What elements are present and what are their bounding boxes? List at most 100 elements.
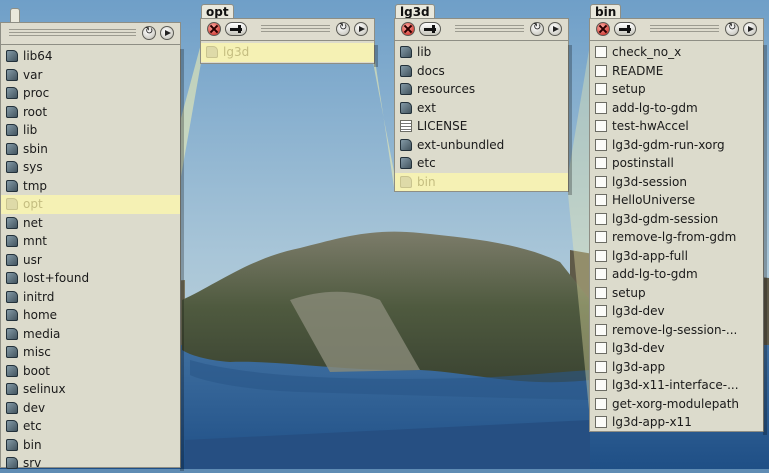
folder-icon (6, 346, 18, 358)
file-icon (595, 323, 607, 336)
list-item[interactable]: proc (1, 84, 180, 103)
list-item[interactable]: lib (395, 43, 568, 62)
panel-titlebar[interactable] (200, 18, 375, 40)
panel-tab[interactable] (10, 8, 20, 23)
list-item[interactable]: bin (1, 436, 180, 455)
list-item[interactable]: net (1, 214, 180, 233)
list-item[interactable]: lg3d-app-full (590, 247, 763, 266)
list-item[interactable]: boot (1, 362, 180, 381)
list-item[interactable]: add-lg-to-gdm (590, 265, 763, 284)
list-item[interactable]: misc (1, 343, 180, 362)
list-item[interactable]: README (590, 62, 763, 81)
list-item[interactable]: tmp (1, 177, 180, 196)
panel-tab[interactable]: opt (201, 4, 234, 19)
drag-grip[interactable] (261, 25, 330, 33)
folder-icon (6, 198, 18, 210)
list-item[interactable]: lg3d-dev (590, 339, 763, 358)
drag-grip[interactable] (650, 25, 719, 33)
drag-grip[interactable] (455, 25, 524, 33)
file-icon (595, 101, 607, 114)
list-item[interactable]: lg3d-x11-interface-... (590, 376, 763, 395)
list-item[interactable]: sbin (1, 140, 180, 159)
list-item-label: check_no_x (612, 45, 682, 59)
list-item[interactable]: LICENSE (395, 117, 568, 136)
list-item[interactable]: lg3d-gdm-run-xorg (590, 136, 763, 155)
file-icon (595, 268, 607, 280)
list-item-label: sys (23, 160, 43, 174)
list-item[interactable]: lost+found (1, 269, 180, 288)
panel-titlebar[interactable] (0, 22, 181, 44)
move-hand-icon[interactable] (614, 22, 636, 36)
list-item[interactable]: add-lg-to-gdm (590, 99, 763, 118)
list-item[interactable]: check_no_x (590, 43, 763, 62)
list-item[interactable]: ext-unbundled (395, 136, 568, 155)
list-item[interactable]: ext (395, 99, 568, 118)
list-item[interactable]: postinstall (590, 154, 763, 173)
play-icon[interactable] (548, 22, 562, 36)
list-item[interactable]: initrd (1, 288, 180, 307)
list-item-label: add-lg-to-gdm (612, 100, 698, 115)
list-item[interactable]: lg3d-dev (590, 302, 763, 321)
move-hand-icon[interactable] (419, 22, 441, 36)
rotate-icon[interactable] (530, 22, 544, 36)
list-item[interactable]: mnt (1, 232, 180, 251)
list-item-label: usr (23, 252, 42, 267)
list-item[interactable]: etc (395, 154, 568, 173)
panel-titlebar[interactable] (589, 18, 764, 40)
folder-icon (6, 457, 18, 469)
root-directory-panel: lib64 var proc root lib sbin sys tmp opt net mnt us… (0, 8, 184, 471)
list-item[interactable]: setup (590, 80, 763, 99)
list-item[interactable]: resources (395, 80, 568, 99)
list-item-label: etc (23, 419, 42, 433)
close-icon[interactable] (401, 22, 415, 36)
list-item[interactable]: etc (1, 417, 180, 436)
list-item[interactable]: docs (395, 62, 568, 81)
rotate-icon[interactable] (142, 26, 156, 40)
list-item[interactable]: media (1, 325, 180, 344)
list-item[interactable]: root (1, 103, 180, 122)
list-item[interactable]: bin (395, 172, 568, 191)
list-item[interactable]: lg3d-gdm-session (590, 210, 763, 229)
play-icon[interactable] (160, 26, 174, 40)
list-item[interactable]: get-xorg-modulepath (590, 395, 763, 414)
folder-icon (400, 64, 412, 77)
list-item[interactable]: lib (1, 121, 180, 140)
list-item[interactable]: setup (590, 284, 763, 303)
list-item[interactable]: home (1, 306, 180, 325)
list-item[interactable]: lib64 (1, 47, 180, 66)
list-item[interactable]: sys (1, 158, 180, 177)
panel-titlebar[interactable] (394, 18, 569, 40)
close-icon[interactable] (207, 22, 221, 36)
list-item[interactable]: lg3d-session (590, 173, 763, 192)
folder-icon (6, 105, 18, 118)
list-item[interactable]: lg3d-app-x11 (590, 413, 763, 432)
move-hand-icon[interactable] (225, 22, 247, 36)
list-item-label: add-lg-to-gdm (612, 267, 698, 281)
file-list: lib64 var proc root lib sbin sys tmp opt net mnt us… (0, 44, 184, 471)
list-item[interactable]: usr (1, 251, 180, 270)
list-item[interactable]: HelloUniverse (590, 191, 763, 210)
list-item[interactable]: lg3d (201, 43, 374, 62)
rotate-icon[interactable] (725, 22, 739, 36)
list-item[interactable]: lg3d-app (590, 358, 763, 377)
list-item-label: lg3d-app-x11 (612, 415, 692, 429)
list-item[interactable]: opt (1, 195, 180, 214)
list-item-label: README (612, 63, 664, 78)
folder-icon (6, 68, 18, 81)
list-item[interactable]: test-hwAccel (590, 117, 763, 136)
play-icon[interactable] (354, 22, 368, 36)
list-item-label: lg3d (223, 45, 250, 59)
panel-tab[interactable]: lg3d (395, 4, 435, 19)
play-icon[interactable] (743, 22, 757, 36)
drag-grip[interactable] (9, 29, 136, 37)
rotate-icon[interactable] (336, 22, 350, 36)
close-icon[interactable] (596, 22, 610, 36)
list-item[interactable]: dev (1, 399, 180, 418)
panel-tab[interactable]: bin (590, 4, 622, 19)
list-item[interactable]: var (1, 66, 180, 85)
file-icon (595, 249, 607, 262)
list-item[interactable]: selinux (1, 380, 180, 399)
list-item[interactable]: remove-lg-from-gdm (590, 228, 763, 247)
list-item[interactable]: srv (1, 454, 180, 473)
list-item[interactable]: remove-lg-session-... (590, 321, 763, 340)
